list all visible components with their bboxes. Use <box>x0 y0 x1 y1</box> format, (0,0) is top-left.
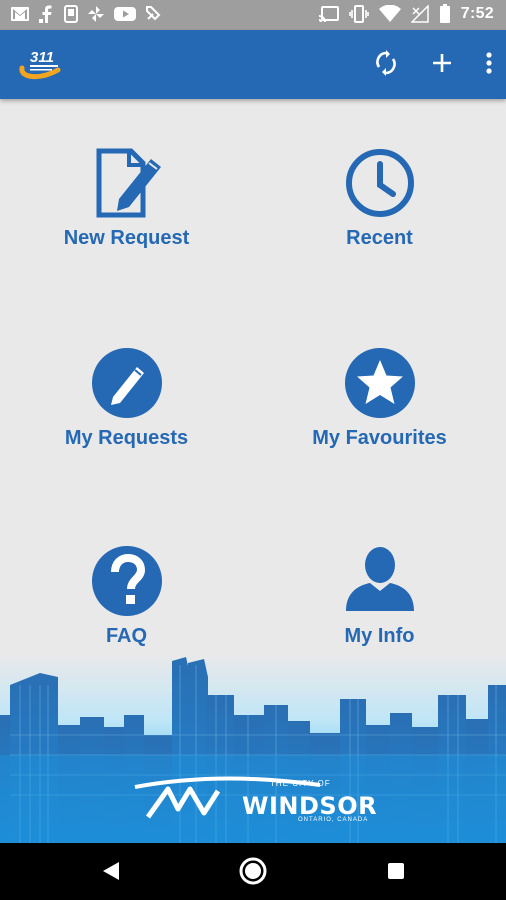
region-text: ONTARIO, CANADA <box>298 817 369 823</box>
phone-icon <box>64 5 78 23</box>
my-info-tile[interactable]: My Info <box>253 498 506 658</box>
gmail-icon <box>10 6 30 22</box>
person-icon <box>344 545 416 617</box>
more-options-icon[interactable] <box>486 52 492 79</box>
no-signal-icon <box>410 5 429 23</box>
new-request-tile[interactable]: New Request <box>0 100 253 260</box>
star-circle-icon <box>344 347 416 419</box>
windsor-logo-text: WINDSOR <box>242 792 378 820</box>
faq-tile[interactable]: FAQ <box>0 498 253 658</box>
feedly-icon <box>145 5 161 23</box>
faq-label: FAQ <box>105 625 148 647</box>
clock-icon <box>344 147 416 219</box>
city-of-text: THE CITY OF <box>270 779 331 788</box>
app-bar: 311 <box>0 30 506 99</box>
status-time: 7:52 <box>460 5 494 22</box>
status-bar: 7:52 <box>0 0 506 30</box>
wifi-icon <box>378 5 401 23</box>
pencil-circle-icon <box>91 347 163 419</box>
question-circle-icon <box>91 545 163 617</box>
system-nav-bar <box>0 843 506 900</box>
my-requests-tile[interactable]: My Requests <box>0 300 253 460</box>
battery-icon <box>439 4 451 24</box>
my-info-label: My Info <box>344 625 415 647</box>
back-button[interactable] <box>102 861 120 886</box>
new-request-label: New Request <box>63 227 190 249</box>
vibrate-icon <box>348 5 369 23</box>
recents-button[interactable] <box>387 862 405 885</box>
recent-label: Recent <box>346 227 413 249</box>
my-requests-label: My Requests <box>64 427 189 449</box>
app-logo[interactable]: 311 <box>18 46 66 82</box>
pinwheel-icon <box>87 5 105 23</box>
main-menu-grid: New Request Recent My Requests My Favour… <box>0 100 506 660</box>
edit-document-icon <box>91 147 163 219</box>
my-favourites-tile[interactable]: My Favourites <box>253 300 506 460</box>
facebook-icon <box>39 5 55 23</box>
recent-tile[interactable]: Recent <box>253 100 506 260</box>
add-icon[interactable] <box>432 53 452 78</box>
my-favourites-label: My Favourites <box>312 427 447 449</box>
youtube-icon <box>114 6 136 22</box>
refresh-icon[interactable] <box>374 50 398 81</box>
cast-icon <box>318 6 339 22</box>
home-button[interactable] <box>239 857 267 890</box>
app-logo-text: 311 <box>30 49 54 66</box>
